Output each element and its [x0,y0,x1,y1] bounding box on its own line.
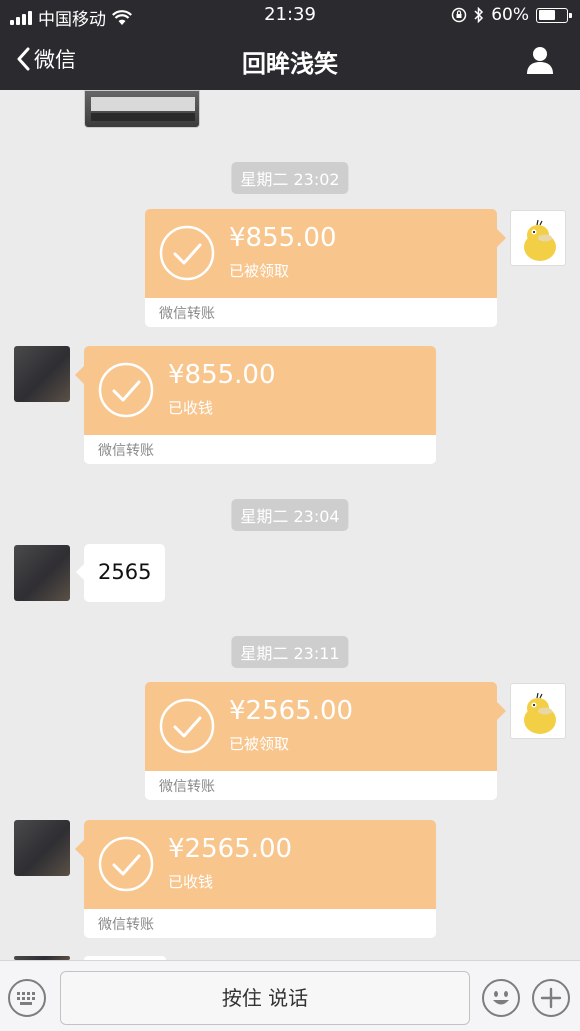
hold-to-talk-button[interactable]: 按住 说话 [60,971,470,1025]
duck-avatar-icon [524,692,556,734]
transfer-status: 已收钱 [168,399,214,417]
smiley-icon [493,991,509,1005]
transfer-status: 已被领取 [229,262,290,280]
check-circle-icon [98,836,154,892]
transfer-amount: ¥855.00 [168,360,276,390]
transfer-footer: 微信转账 [145,771,497,800]
battery-icon [536,7,572,23]
transfer-card[interactable]: ¥2565.00 已收钱 微信转账 [75,820,436,938]
check-circle-icon [159,698,215,754]
transfer-amount: ¥2565.00 [168,834,293,864]
transfer-amount: ¥2565.00 [229,696,354,726]
transfer-amount: ¥855.00 [229,223,337,253]
keyboard-icon [17,992,35,1005]
my-avatar[interactable] [510,210,566,266]
chat-area[interactable]: 星期二 23:02 ¥855.00 已被领取 微信转账 ¥855.00 已收钱 … [0,90,580,960]
transfer-card[interactable]: ¥855.00 已收钱 微信转账 [75,346,436,464]
more-options-button[interactable] [532,979,570,1017]
contact-avatar[interactable] [14,346,70,402]
image-message-thumbnail[interactable] [84,90,200,128]
timestamp: 星期二 23:11 [231,636,349,668]
plus-icon [540,987,562,1009]
emoji-button[interactable] [482,979,520,1017]
timestamp: 星期二 23:02 [231,162,349,194]
chat-title: 回眸浅笑 [242,50,338,78]
battery-percent: 60% [491,5,529,25]
transfer-status: 已被领取 [229,735,290,753]
top-bar: 中国移动 21:39 60% 微信 回眸浅笑 [0,0,580,90]
check-circle-icon [159,225,215,281]
contact-avatar[interactable] [14,820,70,876]
check-circle-icon [98,362,154,418]
text-message-bubble[interactable]: 2565 [76,544,166,602]
my-avatar[interactable] [510,683,566,739]
transfer-footer: 微信转账 [84,435,436,464]
contact-avatar[interactable] [14,545,70,601]
transfer-footer: 微信转账 [145,298,497,327]
message-text: 2565 [98,560,152,584]
keyboard-toggle-button[interactable] [8,979,46,1017]
status-bar: 中国移动 21:39 60% [0,0,580,30]
transfer-card[interactable]: ¥2565.00 已被领取 微信转账 [145,682,506,800]
contact-profile-icon[interactable] [524,44,556,76]
transfer-status: 已收钱 [168,873,214,891]
timestamp: 星期二 23:04 [231,499,349,531]
input-bar: 按住 说话 [0,960,580,1031]
transfer-card[interactable]: ¥855.00 已被领取 微信转账 [145,209,506,327]
transfer-footer: 微信转账 [84,909,436,938]
nav-bar: 微信 回眸浅笑 [0,30,580,90]
duck-avatar-icon [524,219,556,261]
bluetooth-icon [474,7,484,23]
orientation-lock-icon [451,7,467,23]
